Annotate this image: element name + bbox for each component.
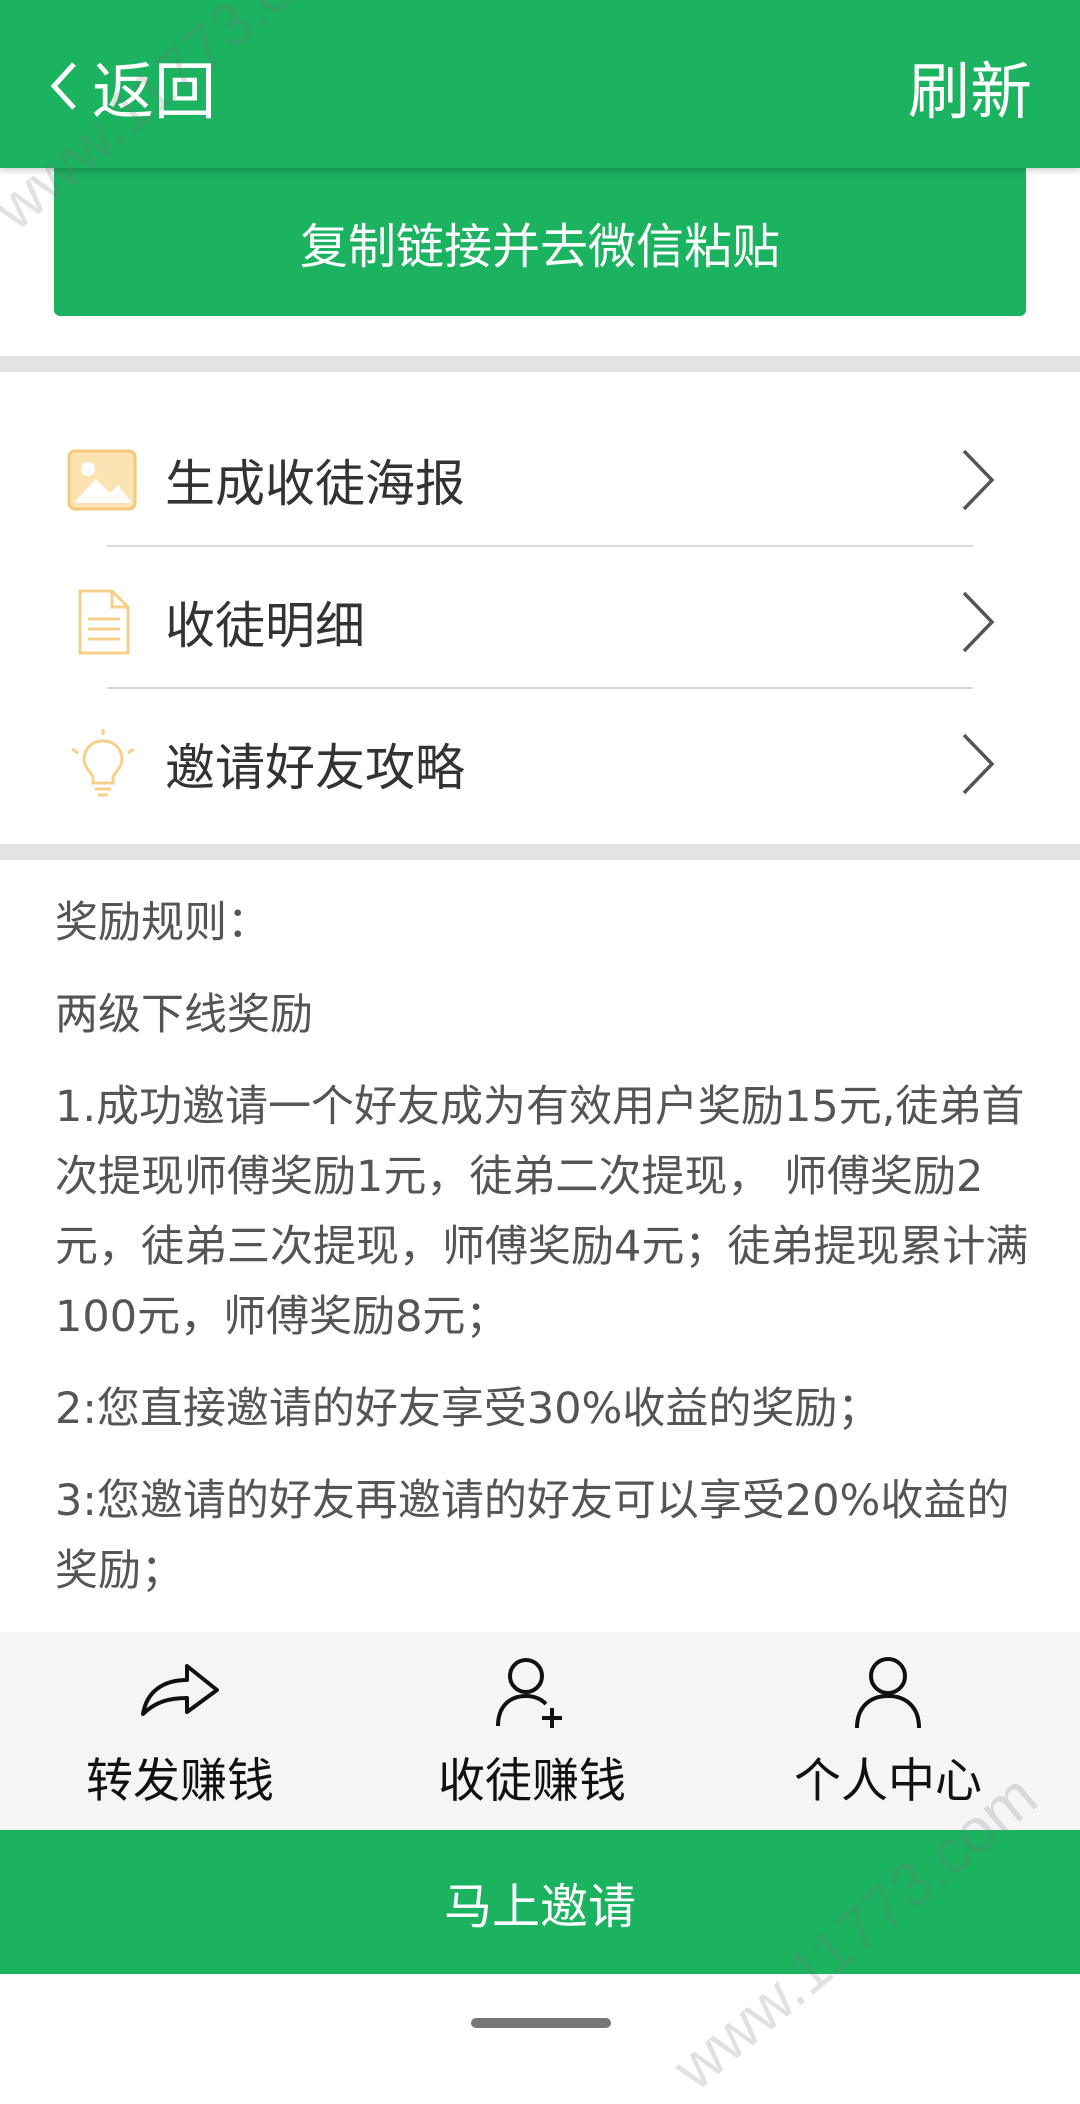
chevron-right-icon bbox=[962, 733, 995, 795]
lightbulb-icon bbox=[71, 729, 135, 797]
tab-label: 个人中心 bbox=[794, 1754, 982, 1809]
bottom-tab-bar: 转发赚钱 收徒赚钱 个人中心 bbox=[0, 1632, 1080, 1830]
chevron-left-icon bbox=[50, 62, 76, 110]
divider bbox=[107, 545, 973, 547]
user-icon bbox=[855, 1657, 921, 1729]
rule-item: 3:您邀请的好友再邀请的好友可以享受20%收益的奖励； bbox=[55, 1476, 1010, 1596]
section-separator bbox=[0, 844, 1080, 860]
tab-label: 收徒赚钱 bbox=[438, 1754, 626, 1809]
tab-label: 转发赚钱 bbox=[86, 1754, 274, 1809]
refresh-button[interactable]: 刷新 bbox=[908, 46, 1032, 128]
invite-now-button[interactable]: 马上邀请 bbox=[0, 1830, 1080, 1974]
tab-share-earn[interactable]: 转发赚钱 bbox=[0, 1632, 360, 1830]
chevron-right-icon bbox=[962, 449, 995, 511]
rules-title: 奖励规则： bbox=[55, 898, 270, 948]
menu-item-poster[interactable]: 生成收徒海报 bbox=[0, 410, 1080, 550]
menu-item-details[interactable]: 收徒明细 bbox=[0, 552, 1080, 692]
tab-recruit-earn[interactable]: 收徒赚钱 bbox=[352, 1632, 712, 1830]
top-bar: 返回 刷新 bbox=[0, 0, 1080, 168]
rule-item: 1.成功邀请一个好友成为有效用户奖励15元,徒弟首次提现师傅奖励1元，徒弟二次提… bbox=[55, 1082, 1029, 1342]
rules-section: 奖励规则： 两级下线奖励 1.成功邀请一个好友成为有效用户奖励15元,徒弟首次提… bbox=[55, 860, 1030, 1606]
back-button[interactable]: 返回 bbox=[44, 46, 216, 128]
document-icon bbox=[78, 589, 130, 655]
image-icon bbox=[67, 449, 137, 511]
rules-subtitle: 两级下线奖励 bbox=[55, 990, 313, 1040]
menu-item-label: 邀请好友攻略 bbox=[165, 739, 465, 797]
back-label: 返回 bbox=[92, 55, 217, 128]
add-user-icon bbox=[496, 1658, 562, 1728]
menu-item-label: 收徒明细 bbox=[165, 597, 365, 655]
chevron-right-icon bbox=[962, 591, 995, 653]
copy-link-button[interactable]: 复制链接并去微信粘贴 bbox=[54, 168, 1026, 316]
menu-item-guide[interactable]: 邀请好友攻略 bbox=[0, 694, 1080, 834]
section-separator bbox=[0, 356, 1080, 372]
home-indicator bbox=[471, 2018, 611, 2028]
rule-item: 2:您直接邀请的好友享受30%收益的奖励； bbox=[55, 1384, 881, 1434]
menu-item-label: 生成收徒海报 bbox=[165, 455, 465, 513]
tab-personal-center[interactable]: 个人中心 bbox=[708, 1632, 1068, 1830]
share-icon bbox=[141, 1664, 219, 1716]
divider bbox=[107, 687, 973, 689]
